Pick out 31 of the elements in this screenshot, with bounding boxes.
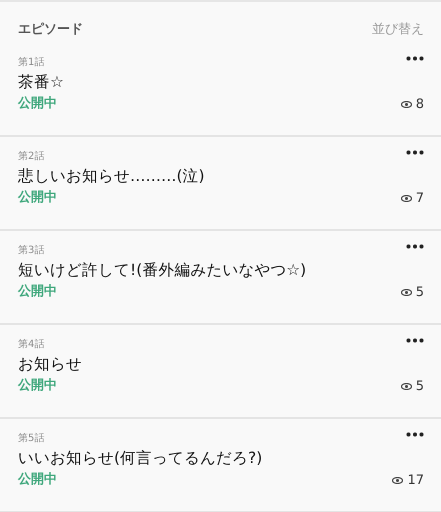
more-options-button[interactable] xyxy=(406,56,424,61)
eye-icon xyxy=(392,476,404,484)
episode-title[interactable]: お知らせ xyxy=(18,355,82,373)
view-count: 17 xyxy=(407,472,424,490)
eye-icon xyxy=(400,382,412,390)
episode-number: 第2話 xyxy=(18,150,44,164)
section-title: エピソード xyxy=(18,21,83,39)
episode-number: 第1話 xyxy=(18,56,44,70)
episode-number: 第4話 xyxy=(18,338,44,352)
view-count: 7 xyxy=(416,190,424,208)
view-count: 5 xyxy=(416,284,424,302)
view-count: 5 xyxy=(416,378,424,396)
eye-icon xyxy=(400,100,412,108)
episode-number: 第3話 xyxy=(18,244,44,258)
status-label: 公開中 xyxy=(18,189,57,207)
status-label: 公開中 xyxy=(18,283,57,301)
status-label: 公開中 xyxy=(18,377,57,395)
eye-icon xyxy=(400,194,412,202)
more-options-button[interactable] xyxy=(406,432,424,437)
episode-number: 第5話 xyxy=(18,432,44,446)
more-options-button[interactable] xyxy=(406,244,424,249)
status-label: 公開中 xyxy=(18,471,57,489)
episode-title[interactable]: 悲しいお知らせ………(泣) xyxy=(18,167,205,185)
more-options-button[interactable] xyxy=(406,338,424,343)
episode-title[interactable]: 茶番☆ xyxy=(18,73,64,91)
episode-title[interactable]: いいお知らせ(何言ってるんだろ?) xyxy=(18,449,262,467)
status-label: 公開中 xyxy=(18,95,57,113)
eye-icon xyxy=(400,288,412,296)
more-options-button[interactable] xyxy=(406,150,424,155)
view-count: 8 xyxy=(416,96,424,114)
episode-title[interactable]: 短いけど許して!(番外編みたいなやつ☆) xyxy=(18,261,306,279)
